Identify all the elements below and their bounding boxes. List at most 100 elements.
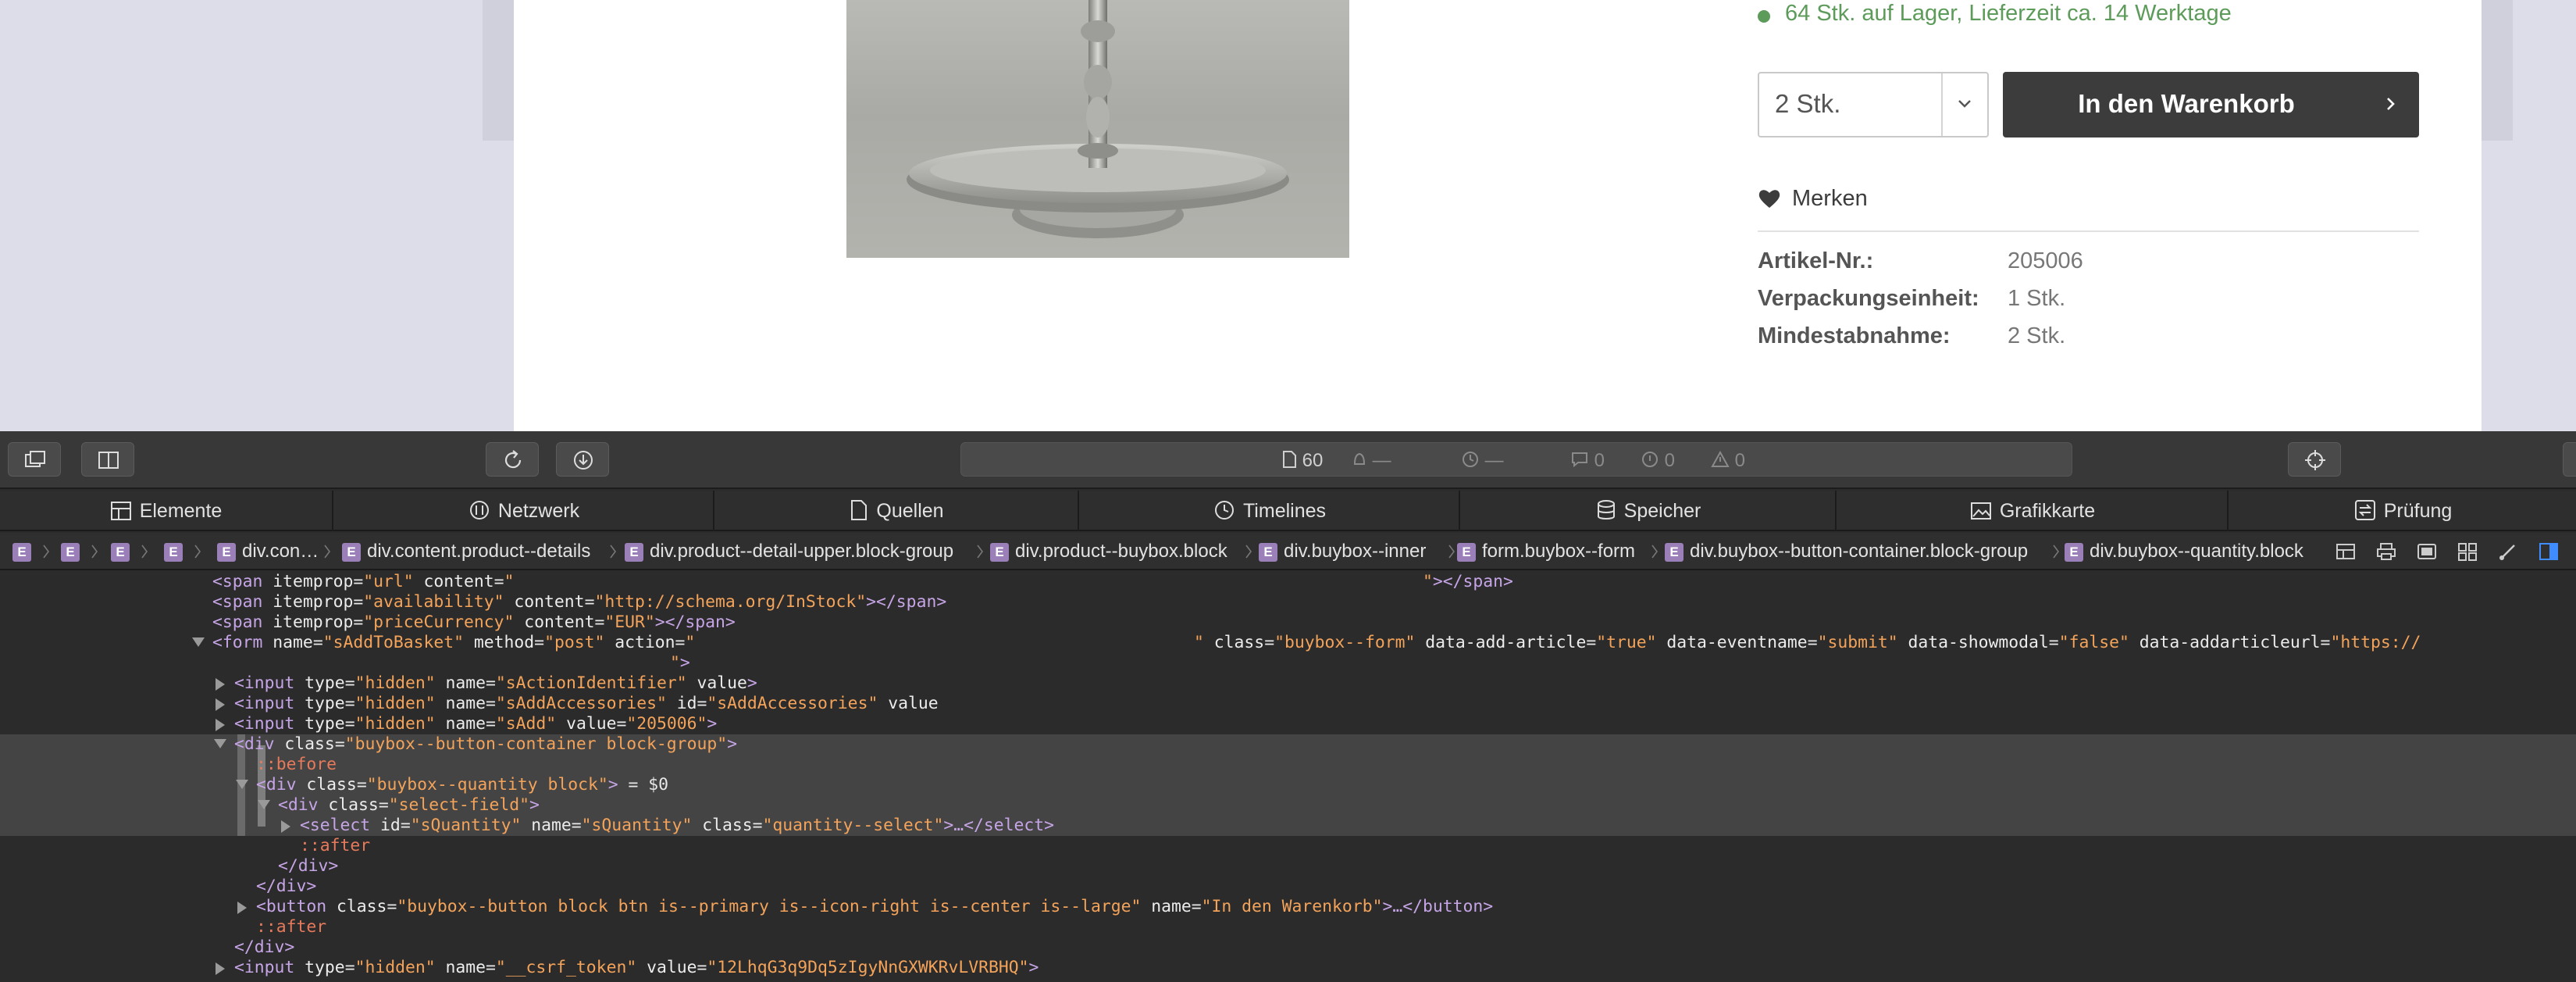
add-to-cart-label: In den Warenkorb [2078, 89, 2295, 118]
dom-line[interactable]: <input type="hidden" name="sActionIdenti… [234, 673, 757, 694]
attribute-name: data-eventname [1666, 633, 1808, 652]
dom-line[interactable]: <span itemprop="priceCurrency" content="… [212, 612, 736, 633]
dom-line[interactable]: </div> [256, 877, 316, 897]
inspector-tab-bar: Elemente Netzwerk Quellen Timelines Spei… [0, 491, 2576, 531]
dom-line[interactable]: <input type="hidden" name="sAdd" value="… [234, 714, 717, 734]
tag-name: <div [278, 795, 319, 815]
disclosure-triangle-open[interactable] [192, 637, 205, 647]
disclosure-triangle-closed[interactable] [216, 678, 225, 691]
attribute-value: "hidden" [355, 958, 436, 977]
disclosure-triangle-open[interactable] [214, 739, 226, 748]
breadcrumb-element-3[interactable]: E [111, 541, 136, 562]
detach-window-icon [25, 451, 45, 467]
dock-side-button[interactable] [81, 442, 134, 477]
dom-line[interactable]: <select id="sQuantity" name="sQuantity" … [300, 816, 1054, 836]
dom-line[interactable]: <button class="buybox--button block btn … [256, 897, 1493, 917]
dom-line[interactable]: <input type="hidden" name="__csrf_token"… [234, 958, 1039, 978]
breadcrumb-item[interactable]: Ediv.product--buybox.block [990, 541, 1227, 562]
attribute-value: "In den Warenkorb" [1201, 897, 1383, 916]
tag-close: > [707, 714, 718, 734]
disclosure-triangle-closed[interactable] [216, 698, 225, 711]
tag-name: <div [234, 734, 275, 754]
breadcrumb-element-1[interactable]: E [12, 541, 37, 562]
resource-count: 60 [1281, 450, 1323, 472]
add-to-cart-button[interactable]: In den Warenkorb [2003, 72, 2419, 137]
breadcrumb-separator-icon [1245, 545, 1252, 559]
breadcrumb-separator-icon [1448, 545, 1455, 559]
sidebar-toggle-icon[interactable] [2538, 541, 2560, 562]
compositing-icon[interactable] [2416, 541, 2438, 562]
network-status: — [1352, 450, 1391, 472]
disclosure-triangle-open[interactable] [258, 800, 270, 809]
element-icon: E [164, 543, 183, 562]
tab-sources[interactable]: Quellen [716, 491, 1079, 531]
tab-timelines[interactable]: Timelines [1081, 491, 1460, 531]
layout-grid-icon[interactable] [2335, 541, 2357, 562]
product-image[interactable] [846, 0, 1349, 258]
dom-pseudo-element[interactable]: ::after [256, 917, 326, 937]
attribute-name: name [445, 694, 486, 713]
disclosure-triangle-closed[interactable] [281, 820, 290, 833]
equals-sign: = [387, 897, 397, 916]
warning-icon [1711, 450, 1730, 467]
breadcrumb-item[interactable]: Ediv.content.product--details [342, 541, 590, 562]
attribute-name: id [676, 694, 697, 713]
dom-line[interactable]: <form name="sAddToBasket" method="post" … [212, 633, 695, 653]
quantity-divider [1941, 73, 1943, 136]
dom-line[interactable]: <input type="hidden" name="sAddAccessori… [234, 694, 939, 714]
reload-button[interactable] [486, 442, 539, 477]
download-icon [574, 451, 593, 470]
detach-window-button[interactable] [8, 442, 61, 477]
equals-sign: = [1191, 897, 1202, 916]
disclosure-triangle-closed[interactable] [237, 902, 247, 914]
reload-icon [504, 450, 522, 469]
dom-line[interactable]: <span itemprop="url" content=" [212, 572, 514, 592]
paintbrush-icon[interactable] [2497, 541, 2519, 562]
dom-line[interactable]: <div class="buybox--button-container blo… [234, 734, 737, 755]
breadcrumb-item[interactable]: Ediv.buybox--inner [1259, 541, 1426, 562]
dom-line-tail: " class="buybox--form" data-add-article=… [1194, 633, 2421, 653]
disclosure-triangle-open[interactable] [236, 780, 248, 789]
tab-storage[interactable]: Speicher [1462, 491, 1837, 531]
tab-network[interactable]: Netzwerk [335, 491, 714, 531]
sources-icon [851, 500, 868, 520]
error-count[interactable]: 0 [1641, 450, 1675, 472]
attribute-name: value [647, 958, 697, 977]
tag-name: <span [212, 612, 263, 632]
dom-line-selected[interactable]: <div class="buybox--quantity block"> = $… [256, 775, 668, 795]
breadcrumb-item[interactable]: Ediv.con… [217, 541, 319, 562]
breadcrumb-item[interactable]: Ediv.product--detail-upper.block-group [625, 541, 953, 562]
disclosure-triangle-closed[interactable] [216, 719, 225, 731]
packaging-unit-label: Verpackungseinheit: [1758, 286, 1979, 311]
tab-graphics[interactable]: Grafikkarte [1838, 491, 2229, 531]
attribute-value: "sQuantity" [581, 816, 693, 835]
dom-line[interactable]: <span itemprop="availability" content="h… [212, 592, 946, 612]
print-icon[interactable] [2375, 541, 2397, 562]
tab-elements[interactable]: Elemente [0, 491, 333, 531]
dom-line[interactable]: </div> [234, 937, 294, 958]
breadcrumb-item[interactable]: Eform.buybox--form [1457, 541, 1635, 562]
dom-pseudo-element[interactable]: ::before [256, 755, 337, 775]
warning-count[interactable]: 0 [1711, 450, 1745, 472]
overflow-button[interactable] [2563, 442, 2576, 477]
dom-line[interactable]: <div class="select-field"> [278, 795, 540, 816]
breadcrumb-item-selected[interactable]: Ediv.buybox--quantity.block [2065, 541, 2303, 562]
dom-line[interactable]: </div> [278, 856, 338, 877]
breadcrumb-item[interactable]: Ediv.buybox--button-container.block-grou… [1665, 541, 2028, 562]
disclosure-triangle-closed[interactable] [216, 962, 225, 975]
layers-grid-icon[interactable] [2457, 541, 2478, 562]
equals-sign: = [353, 612, 364, 632]
attribute-name: type [305, 694, 345, 713]
breadcrumb-element-2[interactable]: E [61, 541, 86, 562]
quantity-select[interactable]: 2 Stk. [1758, 72, 1989, 137]
attribute-name: itemprop [273, 592, 354, 612]
attribute-value: "availability" [363, 592, 504, 612]
breadcrumb-element-4[interactable]: E [164, 541, 189, 562]
attribute-name: class [337, 897, 387, 916]
download-archive-button[interactable] [556, 442, 609, 477]
dom-pseudo-element[interactable]: ::after [300, 836, 370, 856]
equals-sign: = [697, 694, 707, 713]
element-picker-button[interactable] [2288, 442, 2341, 477]
log-count[interactable]: 0 [1570, 450, 1605, 472]
tab-audit[interactable]: Prüfung [2230, 491, 2576, 531]
